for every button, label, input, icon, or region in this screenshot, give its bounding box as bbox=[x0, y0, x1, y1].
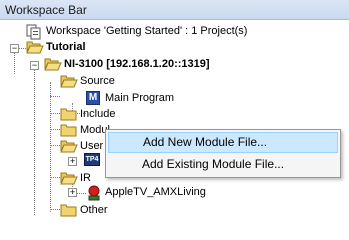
workspace-tree[interactable]: Workspace 'Getting Started' : 1 Project(… bbox=[0, 20, 349, 228]
tree-line bbox=[50, 129, 60, 130]
touch-panel-icon: TP4 bbox=[84, 153, 100, 166]
menu-item-add-new-module-file[interactable]: Add New Module File... bbox=[108, 132, 338, 153]
tree-line bbox=[50, 209, 60, 210]
tree-label-project: Tutorial bbox=[46, 41, 86, 53]
tree-label-ir-file: AppleTV_AMXLiving bbox=[105, 186, 206, 198]
tree-label-include: Include bbox=[80, 108, 116, 120]
folder-icon bbox=[60, 203, 77, 217]
workspace-bar-titlebar: Workspace Bar bbox=[0, 0, 349, 20]
tree-label-user: User bbox=[80, 140, 104, 152]
collapse-icon[interactable]: − bbox=[30, 61, 39, 70]
main-program-icon: M bbox=[86, 91, 100, 105]
tree-label-ir: IR bbox=[80, 172, 91, 184]
tree-line bbox=[50, 177, 60, 178]
collapse-icon[interactable]: − bbox=[10, 44, 19, 53]
tree-label-workspace: Workspace 'Getting Started' : 1 Project(… bbox=[46, 25, 248, 37]
tree-line bbox=[50, 145, 60, 146]
tree-label-source: Source bbox=[80, 75, 115, 87]
tree-label-main-program: Main Program bbox=[105, 92, 175, 104]
ir-device-icon bbox=[86, 185, 102, 201]
expand-icon[interactable]: + bbox=[68, 188, 77, 197]
tree-line bbox=[50, 96, 60, 97]
tree-line bbox=[76, 193, 86, 194]
workspace-icon bbox=[26, 24, 42, 40]
tree-line bbox=[50, 82, 51, 212]
tree-line bbox=[50, 113, 60, 114]
tree-label-system: NI-3100 [192.168.1.20::1319] bbox=[64, 58, 210, 70]
panel-title: Workspace Bar bbox=[5, 3, 87, 17]
tree-label-other: Other bbox=[80, 204, 108, 216]
folder-icon bbox=[60, 123, 77, 137]
folder-open-icon bbox=[44, 57, 62, 71]
folder-open-icon bbox=[60, 74, 78, 88]
folder-open-icon bbox=[26, 40, 44, 54]
menu-item-add-existing-module-file[interactable]: Add Existing Module File... bbox=[108, 154, 338, 175]
context-menu: Add New Module File... Add Existing Modu… bbox=[105, 129, 341, 178]
folder-icon bbox=[60, 107, 77, 121]
expand-icon[interactable]: + bbox=[68, 157, 77, 166]
folder-open-icon bbox=[60, 139, 78, 153]
tree-line bbox=[34, 65, 35, 215]
folder-open-icon bbox=[60, 171, 78, 185]
